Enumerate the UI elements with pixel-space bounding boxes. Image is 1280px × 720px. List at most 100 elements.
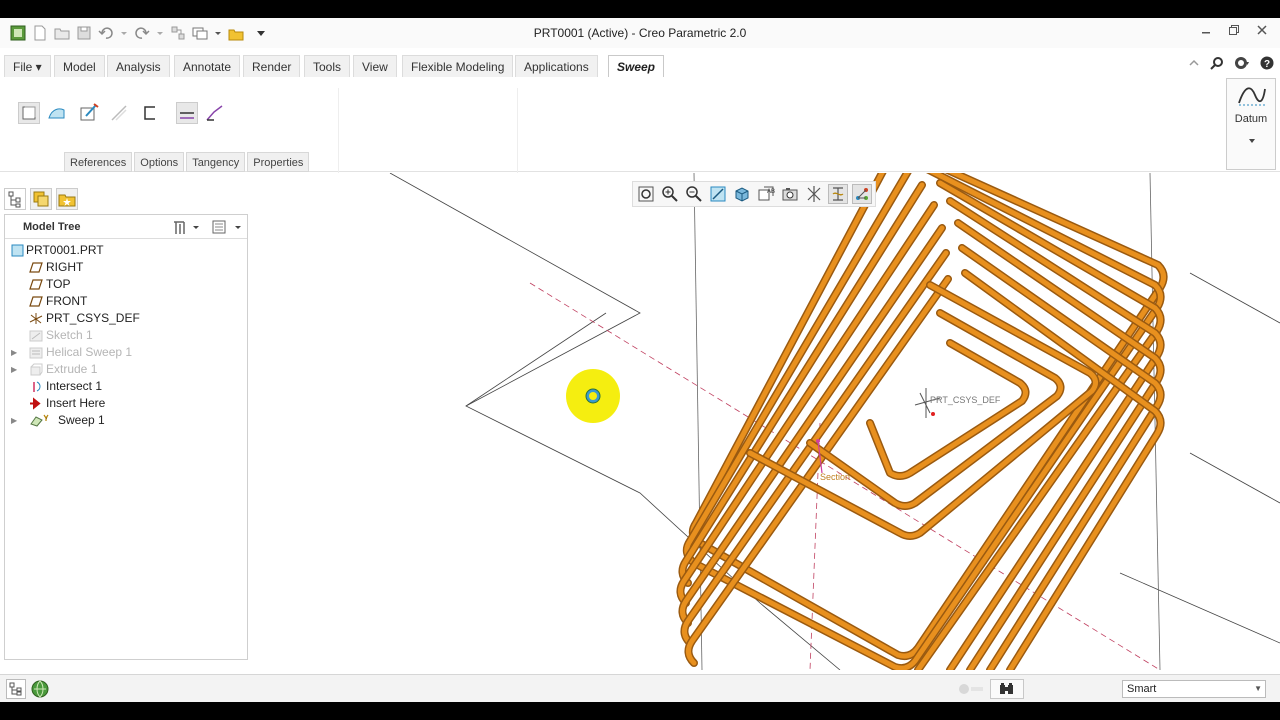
svg-text:?: ? (1264, 59, 1270, 70)
tree-item-label: RIGHT (46, 260, 84, 274)
tree-filter-icon[interactable] (211, 218, 245, 239)
thicken-icon[interactable] (140, 102, 162, 124)
expand-arrow-icon[interactable]: ▶ (11, 361, 17, 378)
favorites-tab-icon[interactable] (56, 188, 78, 210)
tab-applications[interactable]: Applications (515, 55, 598, 77)
section-label: Section (820, 472, 850, 482)
help-icon[interactable]: ? (1260, 56, 1274, 73)
surface-sweep-icon[interactable] (46, 102, 68, 124)
variable-section-icon[interactable] (204, 102, 226, 124)
ribbon-divider (338, 88, 339, 178)
graphics-toolbar: AB (632, 181, 876, 207)
part-icon (11, 244, 25, 257)
model-canvas: PRT_CSYS_DEF Section (389, 173, 1280, 670)
sketch-icon (29, 329, 43, 342)
sweep-dashboard: References Options Tangency Properties D… (0, 78, 1280, 178)
intersect-icon (31, 380, 45, 393)
solid-sweep-icon[interactable] (18, 102, 40, 124)
display-style-icon[interactable] (732, 184, 752, 204)
model-tree-panel: Model Tree PRT0001.PRT RIGHT TOP FRONT P… (4, 214, 248, 660)
tab-flexible-modeling[interactable]: Flexible Modeling (402, 55, 514, 77)
remove-material-icon[interactable] (108, 102, 130, 124)
datum-display-filters-icon[interactable] (804, 184, 824, 204)
close-icon[interactable] (1256, 24, 1268, 39)
graphics-area[interactable]: PRT_CSYS_DEF Section AB (250, 173, 1280, 670)
tab-tangency[interactable]: Tangency (186, 152, 246, 172)
tree-item-extrude[interactable]: ▶ Extrude 1 (5, 361, 247, 378)
tree-settings-icon[interactable] (171, 218, 205, 239)
minimize-icon[interactable] (1200, 24, 1212, 39)
toggle-navigator-icon[interactable] (6, 679, 26, 699)
constant-section-icon[interactable] (176, 102, 198, 124)
tree-item-front[interactable]: FRONT (5, 293, 247, 310)
tree-item-part[interactable]: PRT0001.PRT (5, 242, 247, 259)
datum-plane-edge (693, 173, 703, 670)
tab-file[interactable]: File ▾ (4, 55, 51, 77)
title-bar: PRT0001 (Active) - Creo Parametric 2.0 (0, 18, 1280, 48)
extrude-icon (29, 363, 43, 376)
datum-label: Datum (1234, 113, 1268, 125)
tree-item-sweep[interactable]: ▶ Sweep 1 (5, 412, 247, 429)
datum-plane-icon (29, 295, 43, 308)
find-icon[interactable] (990, 679, 1024, 699)
tree-item-label: Sweep 1 (58, 413, 105, 427)
helical-sweep-icon (29, 346, 43, 359)
datum-plane-edge (1189, 452, 1280, 504)
tab-sweep[interactable]: Sweep (608, 55, 665, 77)
model-tree-title: Model Tree (23, 221, 81, 233)
tab-analysis[interactable]: Analysis (107, 55, 170, 77)
status-bar: Smart ▼ (0, 674, 1280, 702)
expand-arrow-icon[interactable]: ▶ (11, 344, 17, 361)
zoom-in-icon[interactable] (660, 184, 680, 204)
sweep-coil-group (676, 173, 1168, 670)
window-controls (1200, 24, 1268, 39)
datum-plane-icon (29, 261, 43, 274)
selection-filter-dropdown[interactable]: Smart ▼ (1122, 680, 1266, 698)
tab-options[interactable]: Options (134, 152, 185, 172)
tree-item-sketch[interactable]: Sketch 1 (5, 327, 247, 344)
expand-arrow-icon[interactable]: ▶ (11, 412, 17, 429)
tree-item-intersect[interactable]: Intersect 1 (5, 378, 247, 395)
tab-view[interactable]: View (353, 55, 397, 77)
folder-browser-tab-icon[interactable] (30, 188, 52, 210)
datum-button[interactable]: Datum (1226, 78, 1276, 170)
model-tree-items: PRT0001.PRT RIGHT TOP FRONT PRT_CSYS_DEF… (5, 242, 247, 429)
sketch-section-icon[interactable] (78, 102, 100, 124)
saved-orientations-icon[interactable]: AB (756, 184, 776, 204)
tree-item-csys[interactable]: PRT_CSYS_DEF (5, 310, 247, 327)
cursor-highlight (566, 369, 620, 423)
datum-dropdown-icon (1249, 139, 1255, 143)
window-title: PRT0001 (Active) - Creo Parametric 2.0 (533, 26, 747, 40)
view-manager-icon[interactable] (780, 184, 800, 204)
tab-render[interactable]: Render (243, 55, 301, 77)
insert-arrow-icon (29, 397, 43, 410)
tab-properties[interactable]: Properties (247, 152, 310, 172)
svg-text:AB: AB (767, 189, 775, 195)
tree-item-insert-here[interactable]: Insert Here (5, 395, 247, 412)
community-icon[interactable] (1234, 56, 1250, 73)
search-icon[interactable] (1210, 56, 1224, 73)
repaint-icon[interactable] (708, 184, 728, 204)
datum-plane-edge (1119, 572, 1280, 644)
zoom-out-icon[interactable] (684, 184, 704, 204)
tree-item-top[interactable]: TOP (5, 276, 247, 293)
annotation-display-icon[interactable] (852, 184, 872, 204)
tab-annotate[interactable]: Annotate (174, 55, 241, 77)
refit-icon[interactable] (636, 184, 656, 204)
tree-item-right[interactable]: RIGHT (5, 259, 247, 276)
tree-item-label: Helical Sweep 1 (46, 345, 133, 359)
regen-status-icon (958, 683, 984, 698)
ribbon-tab-bar: File ▾ Model Analysis Annotate Render To… (0, 54, 1280, 78)
tab-model[interactable]: Model (54, 55, 105, 77)
spin-center-icon[interactable] (828, 184, 848, 204)
tab-references[interactable]: References (64, 152, 133, 172)
collapse-ribbon-icon[interactable] (1188, 57, 1200, 72)
ribbon-right-tools: ? (1188, 56, 1274, 73)
toggle-browser-icon[interactable] (30, 679, 50, 699)
tab-tools[interactable]: Tools (304, 55, 351, 77)
sweep-feature-icon (29, 414, 53, 427)
dashboard-slide-tabs: References Options Tangency Properties (64, 152, 311, 172)
restore-icon[interactable] (1228, 24, 1240, 39)
model-tree-tab-icon[interactable] (4, 188, 26, 210)
tree-item-helical-sweep[interactable]: ▶ Helical Sweep 1 (5, 344, 247, 361)
